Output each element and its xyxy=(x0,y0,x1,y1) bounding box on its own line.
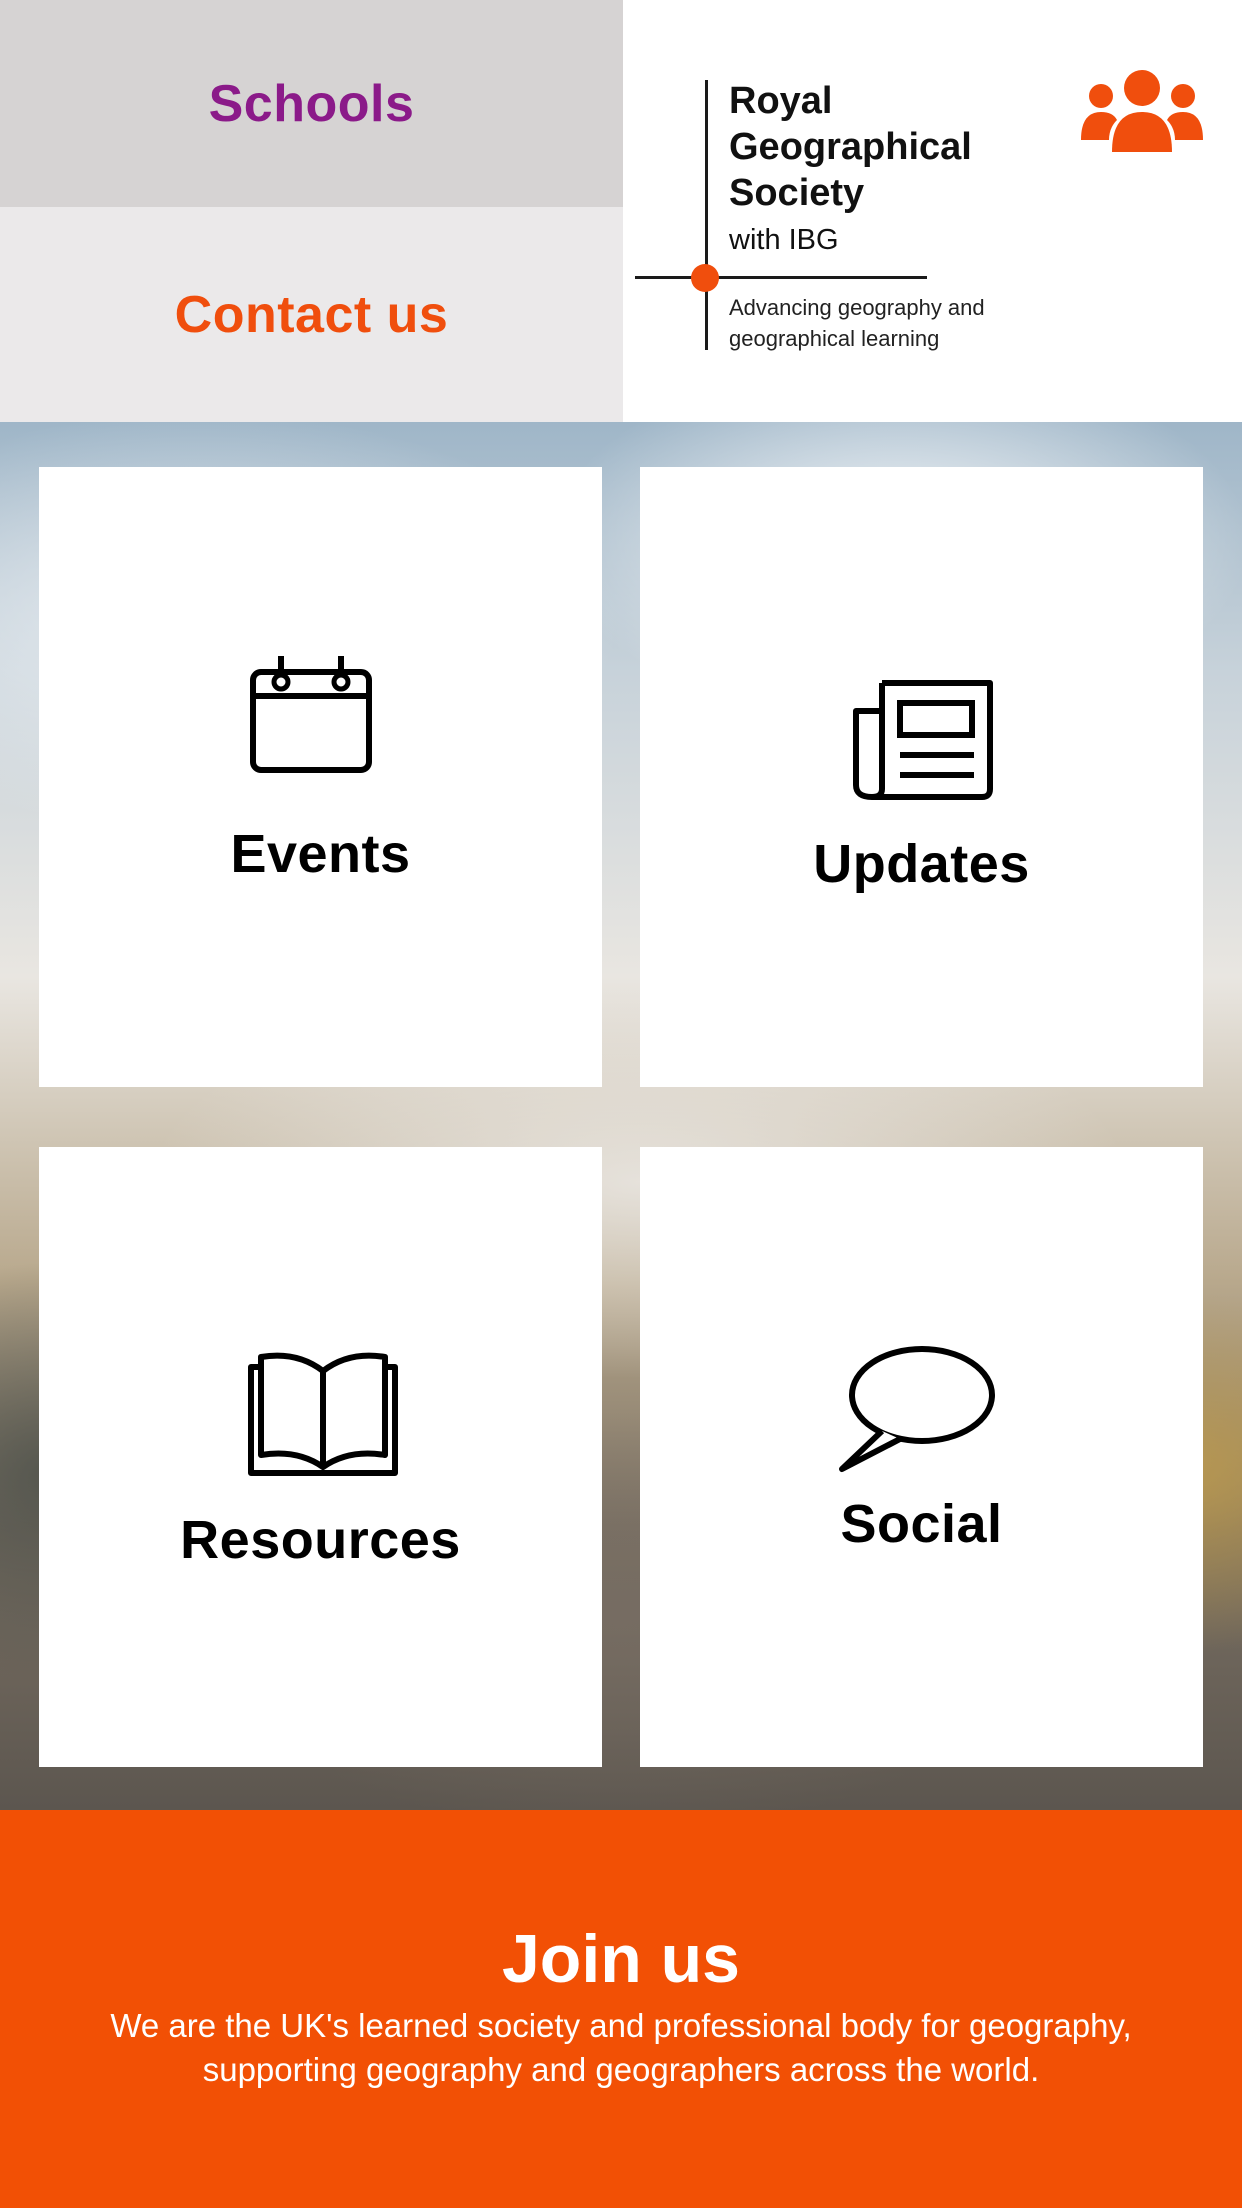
schools-button[interactable]: Schools xyxy=(0,0,623,207)
join-us-banner[interactable]: Join us We are the UK's learned society … xyxy=(0,1810,1242,2208)
logo-title: Royal Geographical Society xyxy=(729,80,972,214)
social-label: Social xyxy=(840,1494,1003,1554)
calendar-icon xyxy=(249,652,373,781)
join-us-title: Join us xyxy=(501,1921,741,1997)
resources-tile[interactable]: Resources xyxy=(39,1147,602,1767)
logo-vertical-line xyxy=(705,80,708,350)
social-tile[interactable]: Social xyxy=(640,1147,1203,1767)
updates-tile[interactable]: Updates xyxy=(640,467,1203,1087)
header: Schools Contact us Royal Geographical So… xyxy=(0,0,1242,422)
schools-label: Schools xyxy=(208,74,415,133)
rgs-logo: Royal Geographical Society with IBG Adva… xyxy=(623,0,1242,422)
logo-tagline: Advancing geography and geographical lea… xyxy=(729,295,985,351)
home-screen: Schools Contact us Royal Geographical So… xyxy=(0,0,1242,2208)
open-book-icon xyxy=(247,1347,399,1482)
events-tile[interactable]: Events xyxy=(39,467,602,1087)
users-group-icon[interactable] xyxy=(1079,66,1205,156)
updates-label: Updates xyxy=(813,834,1030,894)
logo-with-ibg: with IBG xyxy=(729,224,839,256)
logo-horizontal-line xyxy=(635,276,927,279)
speech-bubble-icon xyxy=(836,1343,996,1478)
contact-us-label: Contact us xyxy=(174,285,449,344)
logo-dot xyxy=(691,264,719,292)
join-us-description: We are the UK's learned society and prof… xyxy=(110,2007,1132,2088)
resources-label: Resources xyxy=(180,1510,461,1570)
events-label: Events xyxy=(230,824,411,884)
contact-us-button[interactable]: Contact us xyxy=(0,207,623,422)
newspaper-icon xyxy=(852,677,996,806)
